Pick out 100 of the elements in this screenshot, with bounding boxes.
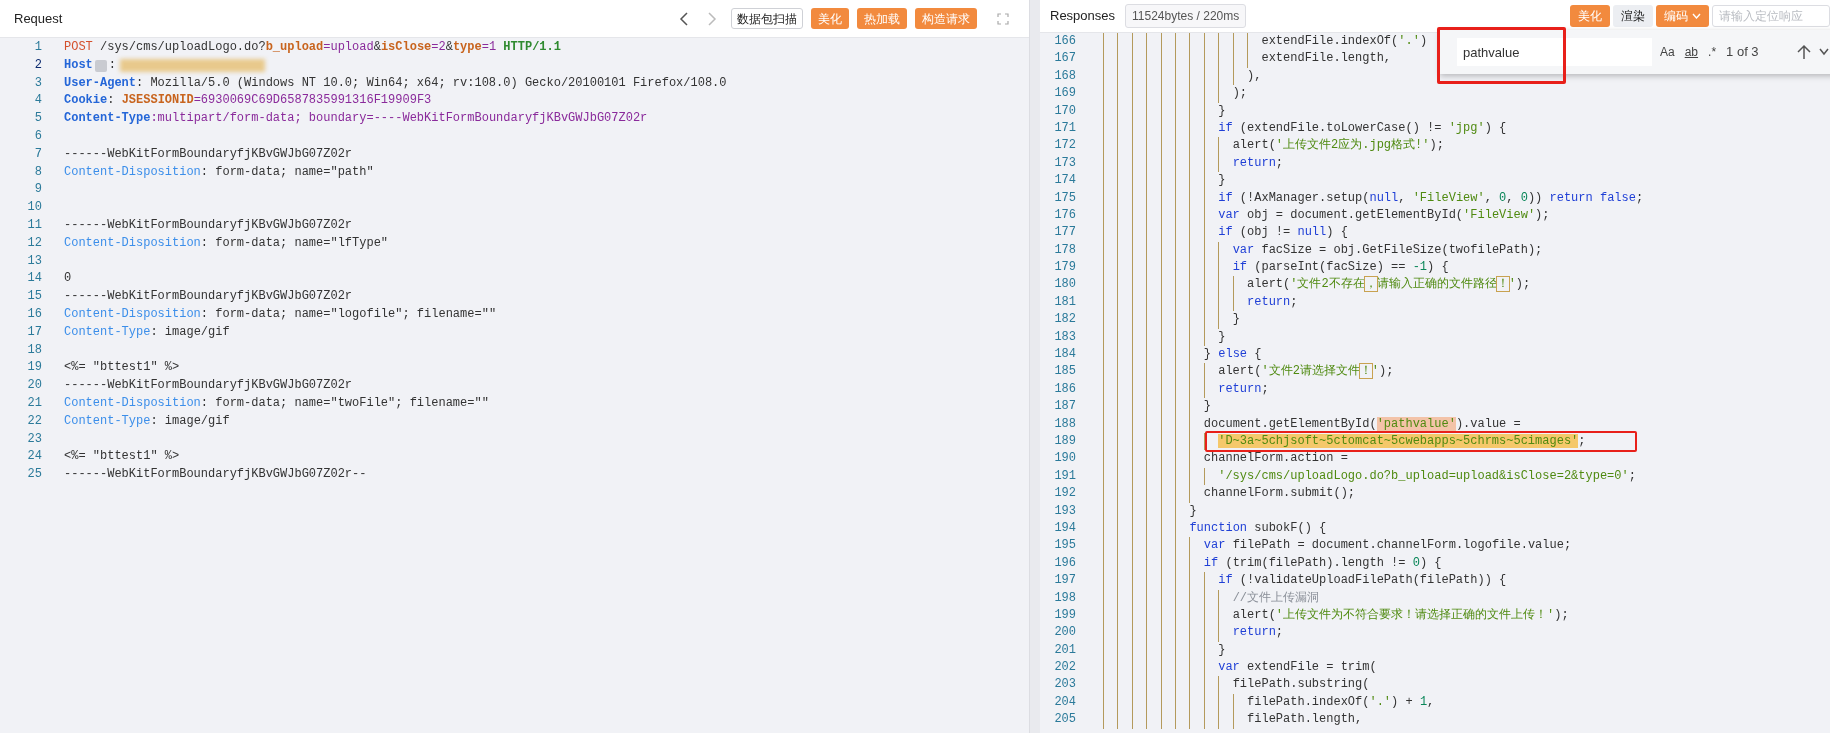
line-number: 195 (1053, 537, 1076, 555)
line-number: 24 (26, 448, 43, 466)
search-option-toggle[interactable]: ab (1682, 43, 1701, 61)
code-line: if (parseInt(facSize) == -1) { (1103, 259, 1449, 277)
line-number: 201 (1053, 641, 1076, 659)
line-number: 178 (1053, 241, 1076, 259)
line-number: 6 (33, 128, 43, 145)
line-number: 183 (1053, 328, 1076, 346)
line-number: 189 (1053, 433, 1076, 450)
code-line: ------WebKitFormBoundaryfjKBvGWJbG07Z02r-- (63, 466, 367, 484)
line-number: 176 (1053, 206, 1076, 224)
panel-title: Responses (1050, 7, 1116, 26)
line-number: 166 (1053, 33, 1076, 50)
line-number: 174 (1053, 172, 1076, 190)
line-number: 20 (26, 377, 43, 395)
code-line: 0 (63, 270, 72, 288)
line-number: 197 (1053, 572, 1076, 590)
line-number: 8 (33, 163, 43, 181)
toolbar-button[interactable]: 渲染 (1613, 5, 1653, 27)
search-field[interactable]: pathvalue (1457, 38, 1652, 66)
line-number: 194 (1053, 519, 1076, 537)
code-line: <%= "bttest1" %> (63, 359, 180, 377)
code-line: } (1103, 328, 1226, 347)
code-line: filePath.indexOf('.') + 1, (1103, 693, 1435, 712)
search-option-toggle[interactable]: Aa (1658, 43, 1677, 61)
line-number: 2 (33, 56, 43, 74)
line-number: 25 (26, 466, 43, 484)
line-number: 7 (33, 145, 43, 163)
line-number: 205 (1053, 711, 1076, 729)
line-number: 3 (33, 74, 43, 92)
code-line: Content-Type:multipart/form-data; boundary=----WebKitFormBoundaryfjKBvGWJbG07Z02r (63, 110, 648, 128)
code-line: function subokF() { (1103, 519, 1327, 538)
code-line: } else { (1103, 346, 1262, 364)
line-number: 187 (1053, 398, 1076, 416)
code-line: alert('上传文件为不符合要求！请选择正确的文件上传！'); (1103, 606, 1569, 625)
code-line: return; (1103, 154, 1284, 173)
search-option-toggle[interactable]: .* (1706, 43, 1719, 61)
code-line: var filePath = document.channelForm.logofile.value; (1103, 537, 1572, 555)
code-line: return; (1103, 624, 1284, 642)
code-line: } (1103, 102, 1226, 120)
line-number: 10 (26, 199, 43, 217)
line-number: 17 (26, 323, 43, 341)
code-line: alert('上传文件2应为.jpg格式!'); (1103, 137, 1444, 155)
line-number: 186 (1053, 380, 1076, 398)
line-number: 172 (1053, 137, 1076, 155)
line-number: 23 (26, 430, 43, 448)
line-number: 202 (1053, 659, 1076, 677)
line-number: 12 (26, 234, 43, 252)
next-match-icon[interactable] (1818, 47, 1829, 57)
code-line: if (!validateUploadFilePath(filePath)) { (1103, 572, 1507, 590)
code-line: channelForm.action = (1103, 450, 1348, 468)
line-number: 18 (26, 341, 43, 359)
line-number: 192 (1053, 485, 1076, 503)
code-line: var facSize = obj.GetFileSize(twofilePath); (1103, 241, 1543, 260)
code-line: } (1103, 641, 1226, 660)
line-number: 196 (1053, 554, 1076, 572)
line-number: 11 (26, 216, 43, 234)
locate-input[interactable]: 请输入定位响应 (1712, 5, 1830, 27)
code-line: User-Agent: Mozilla/5.0 (Windows NT 10.0; Win64; x64; rv:108.0) Gecko/20100101 Firefox/108.0 (63, 74, 727, 92)
code-line: Content-Type: image/gif (63, 323, 230, 341)
size-badge: 11524bytes / 220ms (1125, 4, 1247, 28)
line-number: 169 (1053, 85, 1076, 103)
code-line: } (1103, 172, 1226, 190)
code-line: if (!AxManager.setup(null, 'FileView', 0, 0)) return false; (1103, 189, 1644, 207)
line-number: 13 (26, 252, 43, 270)
code-line: channelForm.submit(); (1103, 485, 1356, 503)
code-line: '/sys/cms/uploadLogo.do?b_upload=upload&isClose=2&type=0'; (1103, 467, 1636, 486)
code-line: alert('文件2请选择文件！'); (1103, 363, 1394, 381)
line-number: 171 (1053, 119, 1076, 137)
line-number: 198 (1053, 589, 1076, 607)
line-number: 200 (1053, 624, 1076, 642)
line-number: 191 (1053, 467, 1076, 485)
previous-match-icon[interactable] (1796, 44, 1811, 60)
code-line: if (trim(filePath).length != 0) { (1103, 554, 1442, 573)
caret-icon (1692, 13, 1701, 19)
code-line: return; (1103, 380, 1269, 399)
code-line: var extendFile = trim( (1103, 659, 1377, 677)
code-line: var obj = document.getElementById('FileView'); (1103, 206, 1550, 225)
code-line: ); (1103, 85, 1248, 103)
code-line: if (obj != null) { (1103, 224, 1348, 242)
line-number: 15 (26, 288, 43, 306)
code-line: extendFile.indexOf('.') (1103, 33, 1428, 51)
line-number: 181 (1053, 293, 1076, 311)
code-line: } (1103, 311, 1240, 329)
code-text: Host (64, 56, 93, 74)
line-number: 170 (1053, 102, 1076, 120)
line-number: 5 (33, 110, 43, 128)
line-number: 188 (1053, 415, 1076, 433)
line-number: 199 (1053, 606, 1076, 624)
line-number: 180 (1053, 276, 1076, 294)
scan-button[interactable]: 数据包扫描 (731, 8, 803, 29)
code-line: <%= "bttest1" %> (63, 448, 180, 466)
code-line: return; (1103, 293, 1298, 312)
line-number: 190 (1053, 450, 1076, 468)
code-line: filePath.length, (1103, 711, 1363, 729)
line-number: 9 (33, 181, 43, 199)
hint-icon (94, 59, 107, 72)
code-line: Content-Type: image/gif (63, 412, 230, 430)
code-line: POST /sys/cms/uploadLogo.do?b_upload=upload&isClose=2&type=1 HTTP/1.1 (63, 39, 561, 56)
code-line: ------WebKitFormBoundaryfjKBvGWJbG07Z02r (63, 216, 353, 234)
